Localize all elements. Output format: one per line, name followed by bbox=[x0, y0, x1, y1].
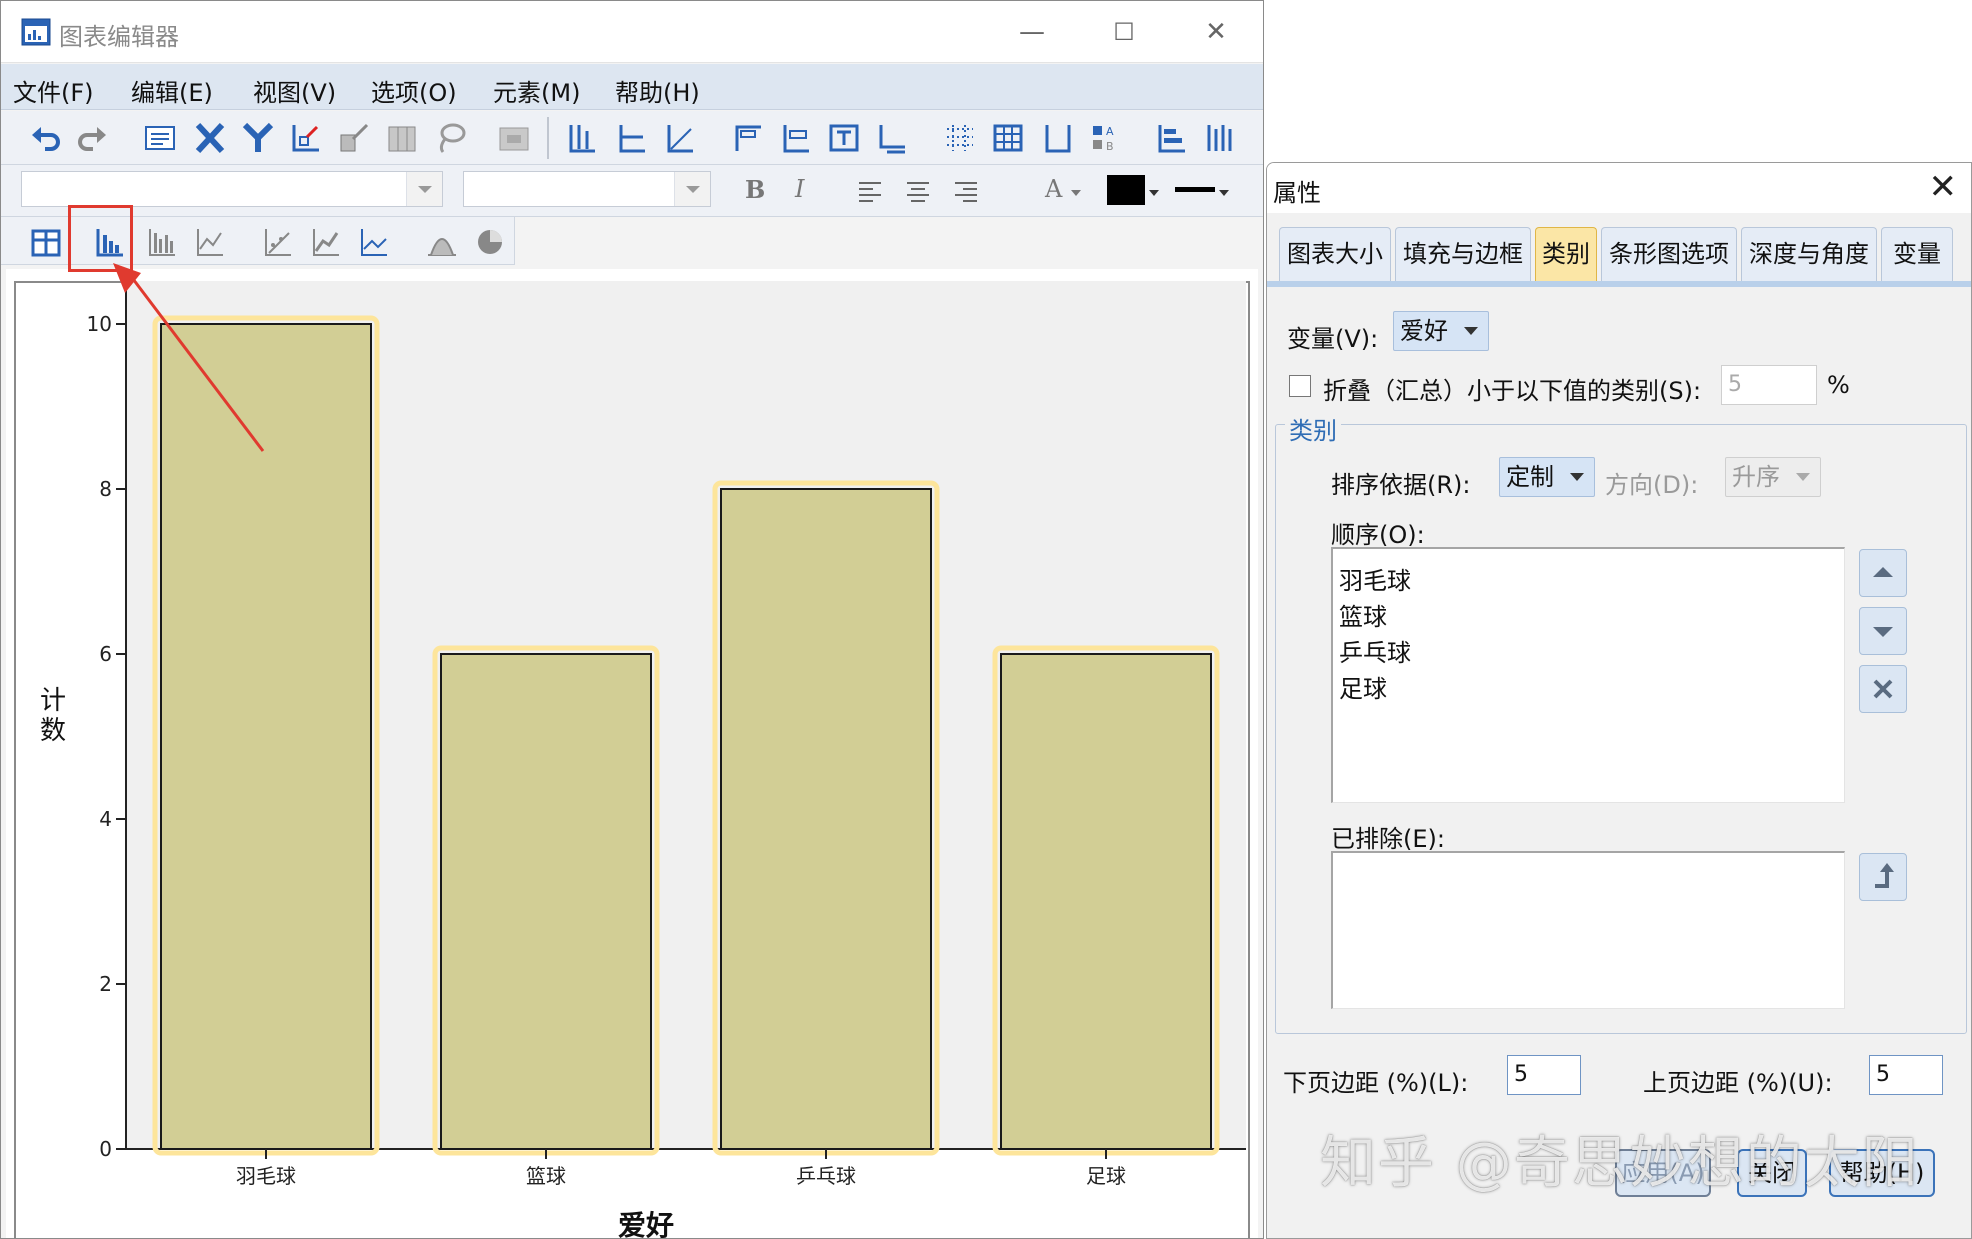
move-down-button[interactable] bbox=[1859, 607, 1907, 655]
excluded-label: 已排除(E): bbox=[1331, 825, 1445, 853]
upper-margin-field[interactable]: 5 bbox=[1869, 1055, 1943, 1095]
list-item[interactable]: 篮球 bbox=[1339, 597, 1387, 632]
arrow-up-return-icon bbox=[1875, 863, 1894, 888]
properties-dialog: 属性 ✕ 图表大小 填充与边框 类别 条形图选项 深度与角度 变量 变量(V):… bbox=[1266, 162, 1972, 1239]
collapse-checkbox[interactable] bbox=[1289, 375, 1311, 397]
tab-depth-angle[interactable]: 深度与角度 bbox=[1741, 227, 1877, 281]
tab-fill-border[interactable]: 填充与边框 bbox=[1395, 227, 1531, 281]
categories-group-title: 类别 bbox=[1285, 411, 1341, 446]
watermark-text: 知乎 @奇思妙想的太阳 bbox=[1320, 1131, 1920, 1196]
properties-tabs: 图表大小 填充与边框 类别 条形图选项 深度与角度 变量 bbox=[1267, 221, 1971, 281]
variable-dropdown-value: 爱好 bbox=[1400, 317, 1448, 345]
properties-title: 属性 bbox=[1273, 179, 1321, 207]
exclude-button[interactable] bbox=[1859, 665, 1907, 713]
tab-bar-options[interactable]: 条形图选项 bbox=[1601, 227, 1737, 281]
upper-margin-label: 上页边距 (%)(U): bbox=[1643, 1069, 1833, 1097]
close-icon bbox=[1873, 679, 1893, 699]
tab-categories[interactable]: 类别 bbox=[1535, 227, 1597, 281]
triangle-down-icon bbox=[1873, 627, 1893, 637]
lower-margin-field[interactable]: 5 bbox=[1507, 1055, 1581, 1095]
variable-dropdown[interactable]: 爱好 bbox=[1393, 311, 1489, 351]
list-item[interactable]: 足球 bbox=[1339, 669, 1387, 704]
chevron-down-icon bbox=[1796, 473, 1810, 481]
chart-editor-window: 图表编辑器 — ☐ ✕ 文件(F) 编辑(E) 视图(V) 选项(O) 元素(M… bbox=[0, 0, 1264, 1239]
annotation-arrow-icon bbox=[113, 263, 265, 452]
move-up-button[interactable] bbox=[1859, 549, 1907, 597]
direction-dropdown[interactable]: 升序 bbox=[1725, 457, 1821, 497]
tab-variables[interactable]: 变量 bbox=[1881, 227, 1953, 281]
list-item[interactable]: 羽毛球 bbox=[1339, 561, 1411, 596]
variable-label: 变量(V): bbox=[1287, 325, 1379, 353]
order-listbox[interactable]: 羽毛球 篮球 乒乓球 足球 bbox=[1331, 547, 1845, 803]
list-item[interactable]: 乒乓球 bbox=[1339, 633, 1411, 668]
collapse-label: 折叠（汇总）小于以下值的类别(S): bbox=[1323, 377, 1702, 405]
collapse-threshold-field[interactable]: 5 bbox=[1721, 365, 1817, 405]
chevron-down-icon bbox=[1464, 327, 1478, 335]
lower-margin-label: 下页边距 (%)(L): bbox=[1283, 1069, 1469, 1097]
properties-title-bar: 属性 ✕ bbox=[1267, 163, 1971, 213]
chevron-down-icon bbox=[1570, 473, 1584, 481]
triangle-up-icon bbox=[1873, 567, 1893, 577]
percent-sign: % bbox=[1827, 371, 1850, 399]
excluded-listbox[interactable] bbox=[1331, 851, 1845, 1009]
order-label: 顺序(O): bbox=[1331, 521, 1425, 549]
sort-dropdown-value: 定制 bbox=[1506, 463, 1554, 491]
sort-dropdown[interactable]: 定制 bbox=[1499, 457, 1595, 497]
direction-dropdown-value: 升序 bbox=[1732, 463, 1780, 491]
properties-close-icon[interactable]: ✕ bbox=[1929, 167, 1958, 207]
tab-underline bbox=[1267, 281, 1971, 287]
sort-label: 排序依据(R): bbox=[1331, 471, 1471, 499]
tab-chart-size[interactable]: 图表大小 bbox=[1279, 227, 1391, 281]
restore-button[interactable] bbox=[1859, 853, 1907, 901]
direction-label: 方向(D): bbox=[1605, 471, 1699, 499]
